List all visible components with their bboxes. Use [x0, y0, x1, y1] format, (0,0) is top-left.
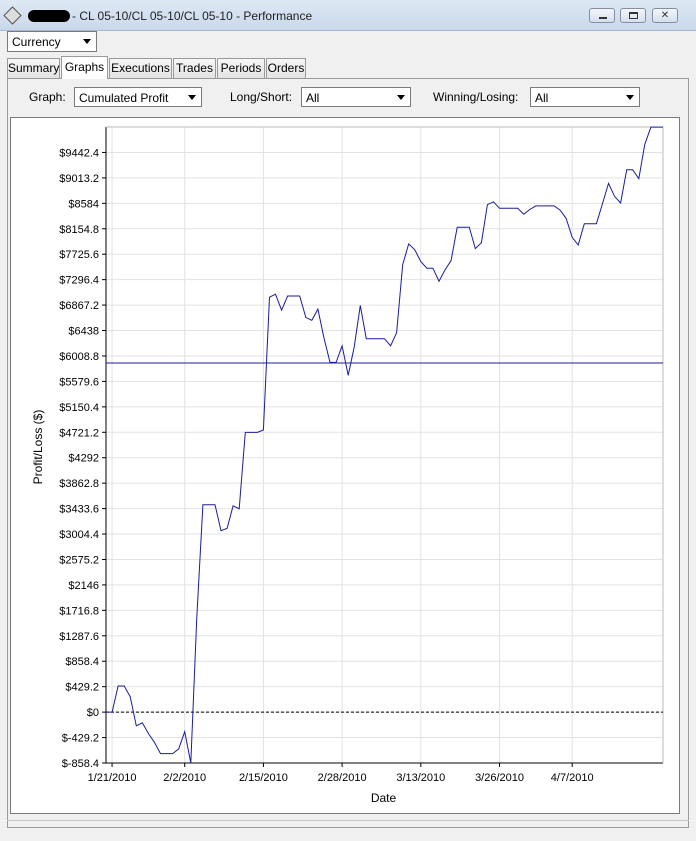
y-tick-label: $4292 — [68, 453, 99, 465]
y-tick-label: $7296.4 — [59, 275, 99, 287]
y-tick-label: $0 — [87, 707, 99, 719]
y-tick-label: $858.4 — [65, 656, 99, 668]
y-tick-label: $5579.6 — [59, 376, 99, 388]
y-tick-label: $4721.2 — [59, 427, 99, 439]
y-tick-label: $429.2 — [65, 682, 99, 694]
y-tick-label: $3433.6 — [59, 504, 99, 516]
y-tick-label: $9013.2 — [59, 173, 99, 185]
y-tick-label: $1287.6 — [59, 631, 99, 643]
y-tick-label: $8154.8 — [59, 224, 99, 236]
y-tick-label: $6438 — [68, 326, 99, 338]
y-tick-label: $8584 — [68, 198, 99, 210]
x-tick-label: 1/21/2010 — [88, 772, 137, 784]
x-tick-label: 2/2/2010 — [163, 772, 206, 784]
y-tick-label: $6867.2 — [59, 300, 99, 312]
x-axis-title: Date — [371, 791, 397, 805]
x-tick-label: 4/7/2010 — [551, 772, 594, 784]
y-tick-label: $2146 — [68, 580, 99, 592]
y-tick-label: $3862.8 — [59, 478, 99, 490]
x-tick-label: 3/26/2010 — [475, 772, 524, 784]
x-tick-label: 3/13/2010 — [396, 772, 445, 784]
y-axis-title: Profit/Loss ($) — [31, 410, 45, 485]
y-tick-label: $6008.8 — [59, 351, 99, 363]
y-tick-label: $5150.4 — [59, 402, 99, 414]
x-tick-label: 2/28/2010 — [318, 772, 367, 784]
y-tick-label: $9442.4 — [59, 147, 99, 159]
tab-graphs[interactable]: Graphs — [61, 56, 108, 79]
status-bar — [7, 820, 689, 829]
cumulated-profit-chart: $9442.4 $9013.2 $8584 $8154.8 $7725.6 $7296.4… — [31, 126, 664, 805]
y-tick-label: $3004.4 — [59, 529, 99, 541]
y-tick-label: $1716.8 — [59, 605, 99, 617]
cumulated-profit-series-line — [106, 126, 663, 764]
y-tick-label: $7725.6 — [59, 249, 99, 261]
y-tick-label: $2575.2 — [59, 554, 99, 566]
y-tick-label: $-858.4 — [62, 758, 99, 770]
x-tick-label: 2/15/2010 — [239, 772, 288, 784]
y-tick-label: $-429.2 — [62, 733, 99, 745]
